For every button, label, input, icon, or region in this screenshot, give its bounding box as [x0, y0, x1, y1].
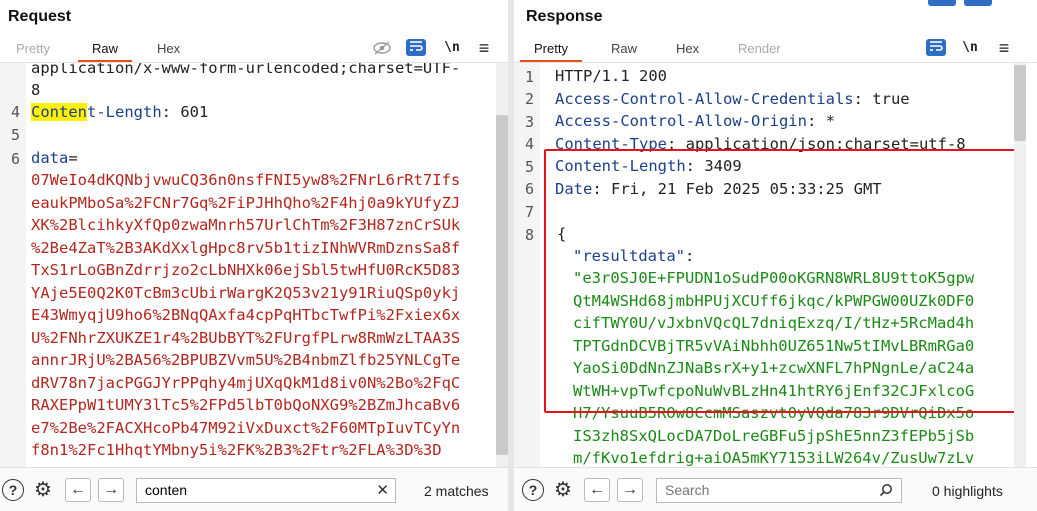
next-match-button[interactable]: →	[617, 478, 643, 502]
newline-icon[interactable]: \n	[442, 38, 462, 58]
header-value: : 601	[161, 103, 209, 121]
help-icon[interactable]: ?	[2, 479, 24, 501]
response-tabs: Pretty Raw Hex Render	[514, 38, 1037, 62]
body-line: 07WeIo4dKQNbjvwuCQ36n0nsfFNI5yw8%2FNrL6r…	[31, 171, 461, 189]
param-equals: =	[68, 149, 78, 167]
line-number: 3	[524, 113, 534, 131]
body-line: XK%2BlcihkyXfQp0zwaMnrh57UrlChTm%2F3H87z…	[31, 216, 461, 234]
content-length-line: Content-Length: 601	[31, 101, 208, 124]
request-editor[interactable]: application/x-www-form-urlencoded;charse…	[0, 63, 508, 467]
body-line: YAje5E0Q2K0TcBm3cUbirWargK2Q53v21y91RiuQ…	[31, 283, 461, 302]
response-scrollbar-thumb[interactable]	[1014, 65, 1026, 141]
layout-toggle-button[interactable]	[964, 0, 992, 6]
response-search-input-wrap[interactable]	[656, 478, 902, 503]
previous-match-button[interactable]: ←	[584, 478, 610, 502]
menu-icon[interactable]: ≡	[474, 38, 494, 58]
tab-hex[interactable]: Hex	[155, 41, 182, 56]
line-number: 2	[524, 90, 534, 108]
line-number: 4	[10, 103, 20, 121]
help-icon[interactable]: ?	[522, 479, 544, 501]
request-tabs: Pretty Raw Hex	[0, 38, 508, 62]
line-number: 8	[524, 226, 534, 244]
request-title: Request	[8, 8, 72, 25]
header-key: t-Length	[87, 103, 162, 121]
line-number: 5	[10, 126, 20, 144]
body-line: e7%2Be%2FACXHcoPb47M92iVxDuxct%2F60MTpIu…	[31, 418, 461, 437]
response-title: Response	[526, 8, 603, 25]
request-scrollbar-thumb[interactable]	[496, 115, 508, 455]
clear-icon[interactable]: ✕	[376, 479, 389, 502]
search-match-highlight: Conten	[31, 103, 87, 121]
request-header-partial: application/x-www-form-urlencoded;charse…	[31, 63, 461, 77]
line-number: 5	[524, 158, 534, 176]
body-line: U%2FNhrZXUKZE1r4%2BUbBYT%2FUrgfPLrw8RmWz…	[31, 328, 461, 347]
request-gutter	[0, 63, 26, 467]
red-annotation-box	[544, 149, 1019, 413]
response-header: Access-Control-Allow-Credentials: true	[555, 88, 910, 111]
status-line: HTTP/1.1 200	[555, 67, 667, 85]
menu-icon[interactable]: ≡	[994, 38, 1014, 58]
header-key: Access-Control-Allow-Origin	[555, 112, 807, 130]
gear-icon[interactable]: ⚙	[31, 478, 55, 502]
request-search-input[interactable]	[145, 482, 395, 498]
request-pane: Request Pretty Raw Hex \n ≡ application/…	[0, 0, 508, 511]
response-scrollbar[interactable]	[1014, 63, 1026, 467]
body-line: eaukPMboSa%2FCNr7Gq%2FiPJHhQho%2F4hj0a9k…	[31, 193, 461, 212]
tab-render[interactable]: Render	[736, 41, 783, 56]
header-key: Access-Control-Allow-Credentials	[555, 90, 854, 108]
body-line: dRV78n7jacPGGJYrPPqhy4mjUXqQkM1d8iv0N%2B…	[31, 373, 461, 392]
request-search-input-wrap[interactable]: ✕	[136, 478, 396, 503]
request-body-value: 07WeIo4dKQNbjvwuCQ36n0nsfFNI5yw8%2FNrL6r…	[31, 169, 460, 462]
body-param-line: data=	[31, 147, 78, 170]
body-line: %2Be4ZaT%2B3AKdXxlgHpc8rv5b1tizINhWVRmDz…	[31, 238, 461, 257]
body-line: E43WmyqjU9ho6%2BNqQAxfa4cpPqHTbcTwfPi%2F…	[31, 306, 461, 324]
match-count: 2 matches	[424, 483, 489, 499]
gear-icon[interactable]: ⚙	[551, 478, 575, 502]
response-header: Access-Control-Allow-Origin: *	[555, 110, 835, 133]
line-number: 6	[10, 150, 20, 168]
body-line: TxS1rLoGBnZdrrjzo2cLbNHXk06ejSbl5twHfU0R…	[31, 261, 461, 279]
request-scrollbar[interactable]	[496, 63, 508, 467]
response-search-bar: ? ⚙ ← → 0 highlights	[514, 467, 1037, 511]
line-number: 7	[524, 203, 534, 221]
header-value: : true	[853, 90, 910, 108]
response-search-input[interactable]	[665, 482, 901, 498]
previous-match-button[interactable]: ←	[65, 478, 91, 502]
tab-raw[interactable]: Raw	[609, 41, 639, 56]
wrap-icon[interactable]	[926, 39, 946, 56]
wrap-icon[interactable]	[406, 39, 426, 56]
search-icon[interactable]	[879, 479, 893, 504]
next-match-button[interactable]: →	[98, 478, 124, 502]
request-header-partial-cont: 8	[31, 81, 41, 99]
line-number: 6	[524, 180, 534, 198]
body-line: annrJRjU%2BA56%2BPUBZVvm5U%2B4nbmZlfb25Y…	[31, 351, 461, 369]
request-search-bar: ? ⚙ ← → ✕ 2 matches	[0, 467, 508, 511]
json-value-line: m/fKvo1efdrig+aiOA5mKY7153iLW264v/ZusUw7…	[573, 449, 975, 467]
json-value-line: IS3zh8SxQLocDA7DoLreGBFu5jpShE5nnZ3fEPb5…	[573, 426, 975, 445]
line-number: 1	[524, 68, 534, 86]
body-line: f8n1%2Fc1HhqtYMbny5i%2FK%2B3%2Ftr%2FLA%3…	[31, 441, 442, 459]
tab-hex[interactable]: Hex	[674, 41, 701, 56]
tab-pretty[interactable]: Pretty	[14, 41, 52, 56]
newline-icon[interactable]: \n	[960, 38, 980, 58]
highlight-count: 0 highlights	[932, 483, 1003, 499]
layout-toggle-button[interactable]	[928, 0, 956, 6]
line-number: 4	[524, 135, 534, 153]
body-line: RAXEPpW1tUMY3lTc5%2FPd5lbT0bQoNXG9%2BZmJ…	[31, 396, 461, 414]
tab-pretty[interactable]: Pretty	[520, 41, 582, 62]
header-value: : *	[806, 112, 835, 130]
eye-off-icon[interactable]	[372, 38, 392, 58]
response-pane: Response Pretty Raw Hex Render \n ≡ 1 2 …	[514, 0, 1037, 511]
param-key: data	[31, 149, 69, 167]
tab-raw[interactable]: Raw	[77, 41, 133, 62]
